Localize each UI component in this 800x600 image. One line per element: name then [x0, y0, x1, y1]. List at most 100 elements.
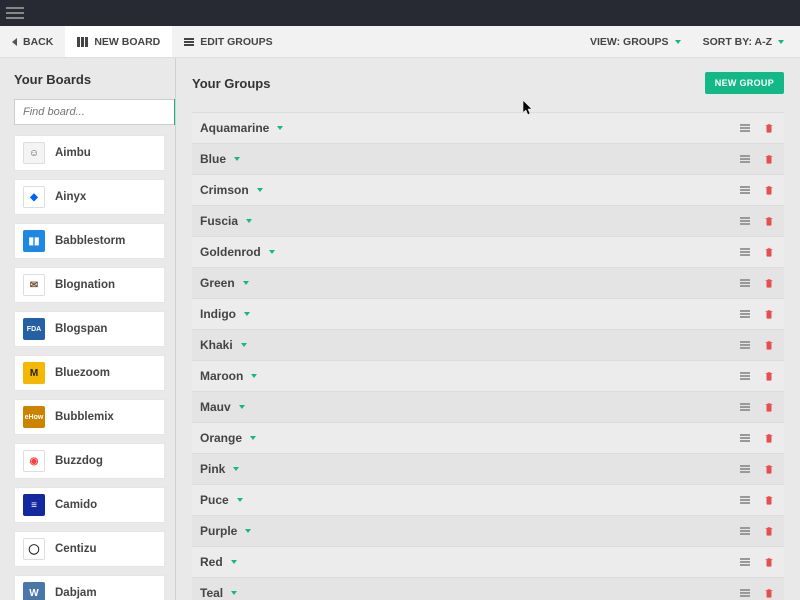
delete-icon[interactable]: [762, 369, 776, 383]
chevron-down-icon[interactable]: [245, 529, 251, 533]
delete-icon[interactable]: [762, 338, 776, 352]
chevron-down-icon[interactable]: [239, 405, 245, 409]
drag-handle-icon[interactable]: [738, 338, 752, 352]
drag-handle-icon[interactable]: [738, 431, 752, 445]
delete-icon[interactable]: [762, 152, 776, 166]
delete-icon[interactable]: [762, 276, 776, 290]
chevron-down-icon: [675, 40, 681, 44]
drag-handle-icon[interactable]: [738, 400, 752, 414]
back-label: BACK: [23, 36, 53, 48]
view-dropdown[interactable]: VIEW: GROUPS: [590, 36, 681, 48]
chevron-down-icon: [778, 40, 784, 44]
group-row[interactable]: Blue: [192, 143, 784, 174]
chevron-down-icon[interactable]: [237, 498, 243, 502]
delete-icon[interactable]: [762, 121, 776, 135]
board-label: Buzzdog: [55, 455, 103, 467]
chevron-down-icon[interactable]: [257, 188, 263, 192]
board-item[interactable]: WDabjam: [14, 575, 165, 600]
new-board-button[interactable]: NEW BOARD: [65, 26, 172, 57]
group-row[interactable]: Green: [192, 267, 784, 298]
columns-icon: [77, 37, 88, 47]
group-row[interactable]: Fuscia: [192, 205, 784, 236]
group-row[interactable]: Mauv: [192, 391, 784, 422]
drag-handle-icon[interactable]: [738, 276, 752, 290]
group-name: Purple: [200, 524, 237, 538]
group-name: Teal: [200, 586, 223, 600]
delete-icon[interactable]: [762, 307, 776, 321]
board-icon: ▮▮: [23, 230, 45, 252]
group-row[interactable]: Indigo: [192, 298, 784, 329]
chevron-down-icon[interactable]: [241, 343, 247, 347]
group-row[interactable]: Purple: [192, 515, 784, 546]
chevron-down-icon[interactable]: [251, 374, 257, 378]
drag-handle-icon[interactable]: [738, 121, 752, 135]
toolbar: BACK NEW BOARD EDIT GROUPS VIEW: GROUPS …: [0, 26, 800, 58]
chevron-down-icon[interactable]: [244, 312, 250, 316]
group-row[interactable]: Puce: [192, 484, 784, 515]
chevron-down-icon[interactable]: [231, 591, 237, 595]
delete-icon[interactable]: [762, 183, 776, 197]
drag-handle-icon[interactable]: [738, 214, 752, 228]
delete-icon[interactable]: [762, 462, 776, 476]
group-row[interactable]: Maroon: [192, 360, 784, 391]
board-item[interactable]: eHowBubblemix: [14, 399, 165, 435]
drag-handle-icon[interactable]: [738, 586, 752, 600]
delete-icon[interactable]: [762, 586, 776, 600]
board-item[interactable]: ☺Aimbu: [14, 135, 165, 171]
chevron-left-icon: [12, 38, 17, 46]
board-label: Blogspan: [55, 323, 107, 335]
board-item[interactable]: ✉Blognation: [14, 267, 165, 303]
chevron-down-icon[interactable]: [231, 560, 237, 564]
board-label: Camido: [55, 499, 97, 511]
drag-handle-icon[interactable]: [738, 307, 752, 321]
group-row[interactable]: Aquamarine: [192, 112, 784, 143]
delete-icon[interactable]: [762, 400, 776, 414]
board-icon: ◉: [23, 450, 45, 472]
board-item[interactable]: ◆Ainyx: [14, 179, 165, 215]
board-icon: W: [23, 582, 45, 600]
search-input[interactable]: [14, 99, 174, 125]
board-item[interactable]: ≡Camido: [14, 487, 165, 523]
edit-groups-button[interactable]: EDIT GROUPS: [172, 26, 284, 57]
back-button[interactable]: BACK: [0, 26, 65, 57]
delete-icon[interactable]: [762, 245, 776, 259]
group-name: Fuscia: [200, 214, 238, 228]
board-item[interactable]: ◉ Buzzdog: [14, 443, 165, 479]
drag-handle-icon[interactable]: [738, 152, 752, 166]
chevron-down-icon[interactable]: [277, 126, 283, 130]
delete-icon[interactable]: [762, 555, 776, 569]
drag-handle-icon[interactable]: [738, 493, 752, 507]
chevron-down-icon[interactable]: [246, 219, 252, 223]
drag-handle-icon[interactable]: [738, 462, 752, 476]
drag-handle-icon[interactable]: [738, 369, 752, 383]
board-item[interactable]: ▮▮Babblestorm: [14, 223, 165, 259]
group-row[interactable]: Teal: [192, 577, 784, 600]
delete-icon[interactable]: [762, 524, 776, 538]
delete-icon[interactable]: [762, 493, 776, 507]
group-row[interactable]: Red: [192, 546, 784, 577]
chevron-down-icon[interactable]: [233, 467, 239, 471]
group-row[interactable]: Goldenrod: [192, 236, 784, 267]
chevron-down-icon[interactable]: [269, 250, 275, 254]
new-group-button[interactable]: NEW GROUP: [705, 72, 784, 94]
board-item[interactable]: FDABlogspan: [14, 311, 165, 347]
group-row[interactable]: Orange: [192, 422, 784, 453]
delete-icon[interactable]: [762, 431, 776, 445]
drag-handle-icon[interactable]: [738, 245, 752, 259]
group-row[interactable]: Khaki: [192, 329, 784, 360]
sort-dropdown[interactable]: SORT BY: A-Z: [703, 36, 784, 48]
board-item[interactable]: MBluezoom: [14, 355, 165, 391]
drag-handle-icon[interactable]: [738, 524, 752, 538]
group-name: Orange: [200, 431, 242, 445]
group-row[interactable]: Crimson: [192, 174, 784, 205]
chevron-down-icon[interactable]: [234, 157, 240, 161]
group-name: Aquamarine: [200, 121, 269, 135]
group-row[interactable]: Pink: [192, 453, 784, 484]
menu-icon[interactable]: [6, 4, 24, 22]
board-item[interactable]: ◯Centizu: [14, 531, 165, 567]
chevron-down-icon[interactable]: [250, 436, 256, 440]
drag-handle-icon[interactable]: [738, 183, 752, 197]
drag-handle-icon[interactable]: [738, 555, 752, 569]
chevron-down-icon[interactable]: [243, 281, 249, 285]
delete-icon[interactable]: [762, 214, 776, 228]
